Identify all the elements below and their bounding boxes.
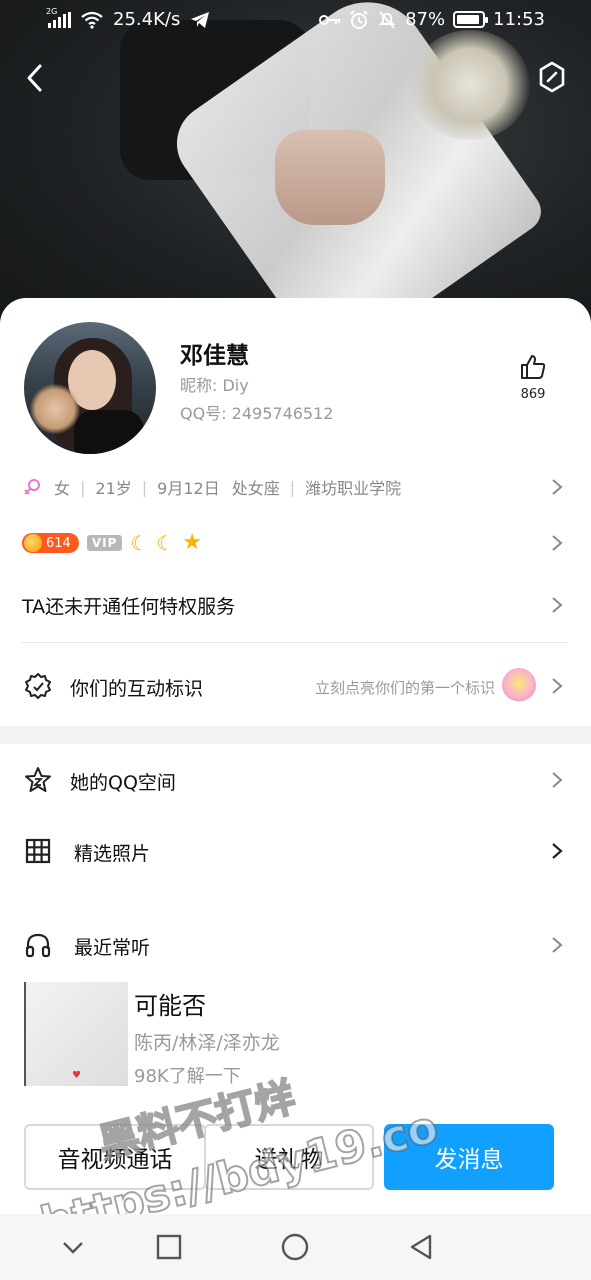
interaction-badge-icon [25,673,51,699]
send-message-button[interactable]: 发消息 [384,1124,554,1190]
chevron-right-icon [552,843,563,859]
moon-icon: ☾ [156,531,175,555]
profile-cover-photo[interactable] [0,0,591,330]
chevron-right-icon [552,678,563,694]
avatar-roses [30,384,80,434]
moon-icon: ☾ [130,531,149,555]
thumbs-up-icon [521,355,546,379]
system-nav-bar [0,1214,591,1280]
chevron-right-icon[interactable] [551,596,563,614]
signal-icon: 2G [46,7,71,28]
separator: | [289,477,296,497]
interaction-label: 你们的互动标识 [70,678,204,700]
star-icon: ★ [182,530,202,555]
telegram-icon [191,11,210,28]
badge-row[interactable]: 614 VIP ☾ ☾ ★ [22,530,202,556]
profile-card: 邓佳慧 昵称: Diy QQ号: 2495746512 869 女 | 21岁 … [0,298,591,728]
song-play-count: 98K了解一下 [134,1066,241,1087]
profile-name: 邓佳慧 [180,343,249,369]
album-cover: ♥ [24,982,128,1086]
video-call-button[interactable]: 音视频通话 [24,1124,206,1190]
back-triangle-icon[interactable] [406,1232,436,1262]
coin-icon [24,534,42,552]
song-artist: 陈丙/林泽/泽亦龙 [134,1032,280,1054]
age-text: 21岁 [95,479,132,498]
like-button[interactable]: 869 [510,353,556,402]
profile-info-row[interactable]: 女 | 21岁 | 9月12日 处女座 | 潍坊职业学院 [22,474,570,500]
interaction-hint: 立刻点亮你们的第一个标识 [314,679,495,697]
recent-apps-icon[interactable] [154,1232,184,1262]
send-gift-button[interactable]: 送礼物 [204,1124,374,1190]
gender-text: 女 [54,479,71,498]
profile-qq-number: QQ号: 2495746512 [180,404,334,423]
status-bar: 2G 25.4K/s 87% 11:53 [0,0,591,40]
like-count: 869 [520,387,546,402]
battery-percent: 87% [405,9,446,30]
school-text: 潍坊职业学院 [305,479,402,498]
wifi-icon [81,11,103,29]
qzone-label: 她的QQ空间 [70,772,176,794]
headphones-icon [25,933,51,958]
section-gap [0,726,591,744]
cover-flowers [410,30,530,140]
level-badge: 614 [22,533,79,553]
avatar[interactable] [24,322,156,454]
clock: 11:53 [493,9,545,30]
cute-emoji-icon [502,668,536,702]
bottom-action-bar: 音视频通话 送礼物 发消息 [0,1104,591,1214]
chevron-right-icon[interactable] [551,478,563,496]
birthday-text: 9月12日 [157,479,220,498]
grid-icon [25,838,51,864]
chevron-down-icon[interactable] [58,1232,88,1262]
more-options-icon[interactable] [537,60,567,94]
level-number: 614 [46,535,71,551]
photos-label: 精选照片 [74,843,151,865]
qzone-row[interactable]: 她的QQ空间 [0,752,591,808]
back-arrow-icon[interactable] [20,60,50,96]
mute-icon [378,10,396,29]
heart-icon: ♥ [72,1070,81,1081]
cover-hand [275,130,385,225]
photos-row[interactable]: 精选照片 [0,823,591,879]
network-speed: 25.4K/s [113,9,181,30]
chevron-right-icon[interactable] [551,534,563,552]
battery-icon [453,11,489,28]
recent-music-row[interactable]: 最近常听 [0,917,591,973]
profile-nickname: 昵称: Diy [180,376,249,395]
avatar-body [74,410,144,454]
song-item[interactable]: ♥ 可能否 陈丙/林泽/泽亦龙 98K了解一下 [24,982,564,1087]
home-icon[interactable] [280,1232,310,1262]
privilege-text[interactable]: TA还未开通任何特权服务 [22,592,235,619]
separator: | [141,477,148,497]
key-icon [319,14,341,25]
song-title: 可能否 [134,992,206,1020]
chevron-right-icon [552,772,563,788]
separator: | [80,477,86,497]
qzone-star-icon [25,767,51,792]
chevron-right-icon [552,937,563,953]
vip-badge: VIP [86,535,123,551]
zodiac-text: 处女座 [231,479,280,498]
female-gender-icon [24,479,40,495]
interaction-marks-row[interactable]: 你们的互动标识 立刻点亮你们的第一个标识 [0,658,591,714]
recent-music-label: 最近常听 [74,937,151,959]
divider [22,642,568,643]
alarm-icon [350,9,368,29]
